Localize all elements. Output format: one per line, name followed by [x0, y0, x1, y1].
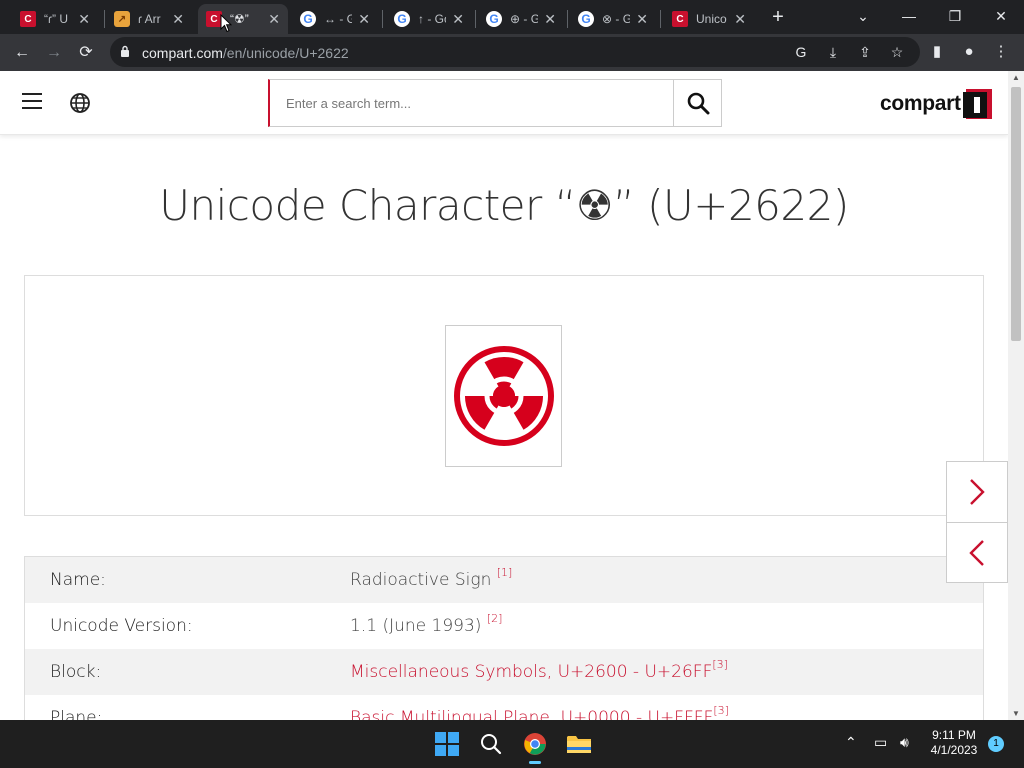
- close-window-button[interactable]: ✕: [978, 0, 1024, 32]
- compart-logo-mark-icon: [962, 89, 992, 119]
- bookmark-star-icon[interactable]: ☆: [888, 43, 906, 61]
- site-header: compart: [0, 71, 1008, 135]
- reference-link[interactable]: [1]: [497, 566, 513, 579]
- close-tab-icon[interactable]: ✕: [78, 11, 90, 28]
- table-row: Unicode Version: 1.1 (June 1993) [2]: [50, 612, 503, 636]
- close-tab-icon[interactable]: ✕: [268, 11, 280, 28]
- close-tab-icon[interactable]: ✕: [172, 11, 184, 28]
- reference-link[interactable]: [2]: [487, 612, 503, 625]
- plane-link[interactable]: Basic Multilingual Plane, U+0000 - U+FFF…: [350, 708, 713, 720]
- windows-logo-icon: [435, 732, 459, 756]
- block-link[interactable]: Miscellaneous Symbols, U+2600 - U+26FF: [350, 662, 712, 682]
- character-properties-table: Name: Radioactive Sign [1] Unicode Versi…: [24, 556, 984, 720]
- browser-tab[interactable]: G ⊗ - G ✕: [570, 4, 656, 34]
- compart-favicon-icon: C: [20, 11, 36, 27]
- install-app-icon[interactable]: ⤓: [824, 43, 842, 61]
- table-row: Block: Miscellaneous Symbols, U+2600 - U…: [25, 649, 983, 695]
- windows-taskbar: ⌃ ▭ 🔊︎ 9:11 PM 4/1/2023 1: [0, 720, 1024, 768]
- back-button[interactable]: ←: [10, 41, 34, 65]
- scroll-down-arrow-icon[interactable]: ▼: [1012, 709, 1020, 718]
- lock-icon: [121, 45, 129, 57]
- reference-link[interactable]: [3]: [712, 658, 728, 671]
- reload-button[interactable]: ⟳: [74, 41, 98, 65]
- google-favicon-icon: G: [300, 11, 316, 27]
- chevron-left-icon: [969, 539, 984, 566]
- site-search: [268, 79, 722, 127]
- browser-tab[interactable]: C “ɾ” U ✕: [12, 4, 98, 34]
- compart-favicon-icon: C: [672, 11, 688, 27]
- chrome-taskbar-button[interactable]: [519, 728, 551, 764]
- table-row: Name: Radioactive Sign [1]: [25, 557, 983, 603]
- search-button[interactable]: [673, 80, 721, 126]
- scrollbar-thumb[interactable]: [1011, 87, 1021, 341]
- volume-icon[interactable]: 🔊︎: [900, 734, 909, 751]
- browser-tab[interactable]: G ↑ - Go ✕: [386, 4, 472, 34]
- taskbar-clock[interactable]: 9:11 PM 4/1/2023: [924, 728, 984, 758]
- page-title: Unicode Character “☢” (U+2622): [159, 181, 849, 230]
- close-tab-icon[interactable]: ✕: [636, 11, 648, 28]
- next-character-button[interactable]: [947, 462, 1007, 522]
- profile-icon[interactable]: ●: [958, 41, 980, 63]
- folder-icon: [567, 736, 591, 753]
- search-icon: [687, 92, 709, 115]
- close-tab-icon[interactable]: ✕: [452, 11, 464, 28]
- google-favicon-icon: G: [486, 11, 502, 27]
- browser-tab[interactable]: G ⊕ - G ✕: [478, 4, 564, 34]
- chrome-icon: [524, 733, 546, 755]
- table-row: Plane: Basic Multilingual Plane, U+0000 …: [25, 695, 983, 720]
- share-icon[interactable]: ⇪: [856, 43, 874, 61]
- search-input[interactable]: [270, 80, 674, 126]
- show-hidden-icons-chevron-icon[interactable]: ⌃: [845, 734, 857, 751]
- close-tab-icon[interactable]: ✕: [734, 11, 746, 28]
- character-navigation: [946, 461, 1008, 583]
- google-favicon-icon: G: [394, 11, 410, 27]
- mouse-cursor-icon: [220, 14, 232, 33]
- previous-character-button[interactable]: [947, 522, 1007, 582]
- glyph-preview: [445, 325, 562, 467]
- browser-tab[interactable]: ↗ ɾ Arr ✕: [106, 4, 192, 34]
- page-scrollbar[interactable]: ▲ ▼: [1008, 71, 1024, 720]
- url-text: compart.com/en/unicode/U+2622: [142, 45, 349, 61]
- chevron-right-icon: [970, 479, 985, 505]
- globe-language-icon[interactable]: [69, 92, 91, 114]
- forward-button[interactable]: →: [42, 41, 66, 65]
- address-bar[interactable]: compart.com/en/unicode/U+2622 G ⤓ ⇪ ☆: [110, 37, 920, 67]
- restore-button[interactable]: ❐: [932, 0, 978, 32]
- radioactive-sign-icon: [453, 346, 554, 446]
- tab-search-chevron-icon[interactable]: ⌄: [840, 0, 886, 32]
- start-button[interactable]: [431, 728, 463, 760]
- compart-logo[interactable]: compart: [880, 87, 993, 121]
- search-icon: [481, 734, 502, 755]
- file-explorer-taskbar-button[interactable]: [563, 728, 595, 760]
- browser-toolbar: ← → ⟳ compart.com/en/unicode/U+2622 G ⤓ …: [0, 34, 1024, 71]
- browser-tab[interactable]: G ↔ - G ✕: [292, 4, 378, 34]
- reference-link[interactable]: [3]: [713, 704, 729, 717]
- close-tab-icon[interactable]: ✕: [544, 11, 556, 28]
- hamburger-menu-icon[interactable]: [22, 93, 42, 109]
- new-tab-button[interactable]: +: [766, 4, 790, 30]
- search-taskbar-button[interactable]: [475, 728, 507, 760]
- glyph-display-panel: [24, 275, 984, 516]
- browser-tab[interactable]: C Unico ✕: [664, 4, 754, 34]
- close-tab-icon[interactable]: ✕: [358, 11, 370, 28]
- arrow-site-favicon-icon: ↗: [114, 11, 130, 27]
- side-panel-icon[interactable]: ▮: [926, 41, 948, 63]
- more-menu-icon[interactable]: ⋮: [990, 41, 1012, 63]
- scroll-up-arrow-icon[interactable]: ▲: [1012, 73, 1020, 82]
- minimize-button[interactable]: —: [886, 0, 932, 32]
- google-lens-icon[interactable]: G: [792, 43, 810, 61]
- web-page: compart Unicode Character “☢” (U+2622): [0, 71, 1008, 720]
- browser-tab-strip: C “ɾ” U ✕ ↗ ɾ Arr ✕ C “☢” ✕ G ↔ - G ✕ G …: [0, 0, 1024, 34]
- notification-badge[interactable]: 1: [988, 736, 1004, 752]
- network-icon[interactable]: ▭: [874, 734, 887, 751]
- browser-tab-active[interactable]: C “☢” ✕: [198, 4, 288, 34]
- google-favicon-icon: G: [578, 11, 594, 27]
